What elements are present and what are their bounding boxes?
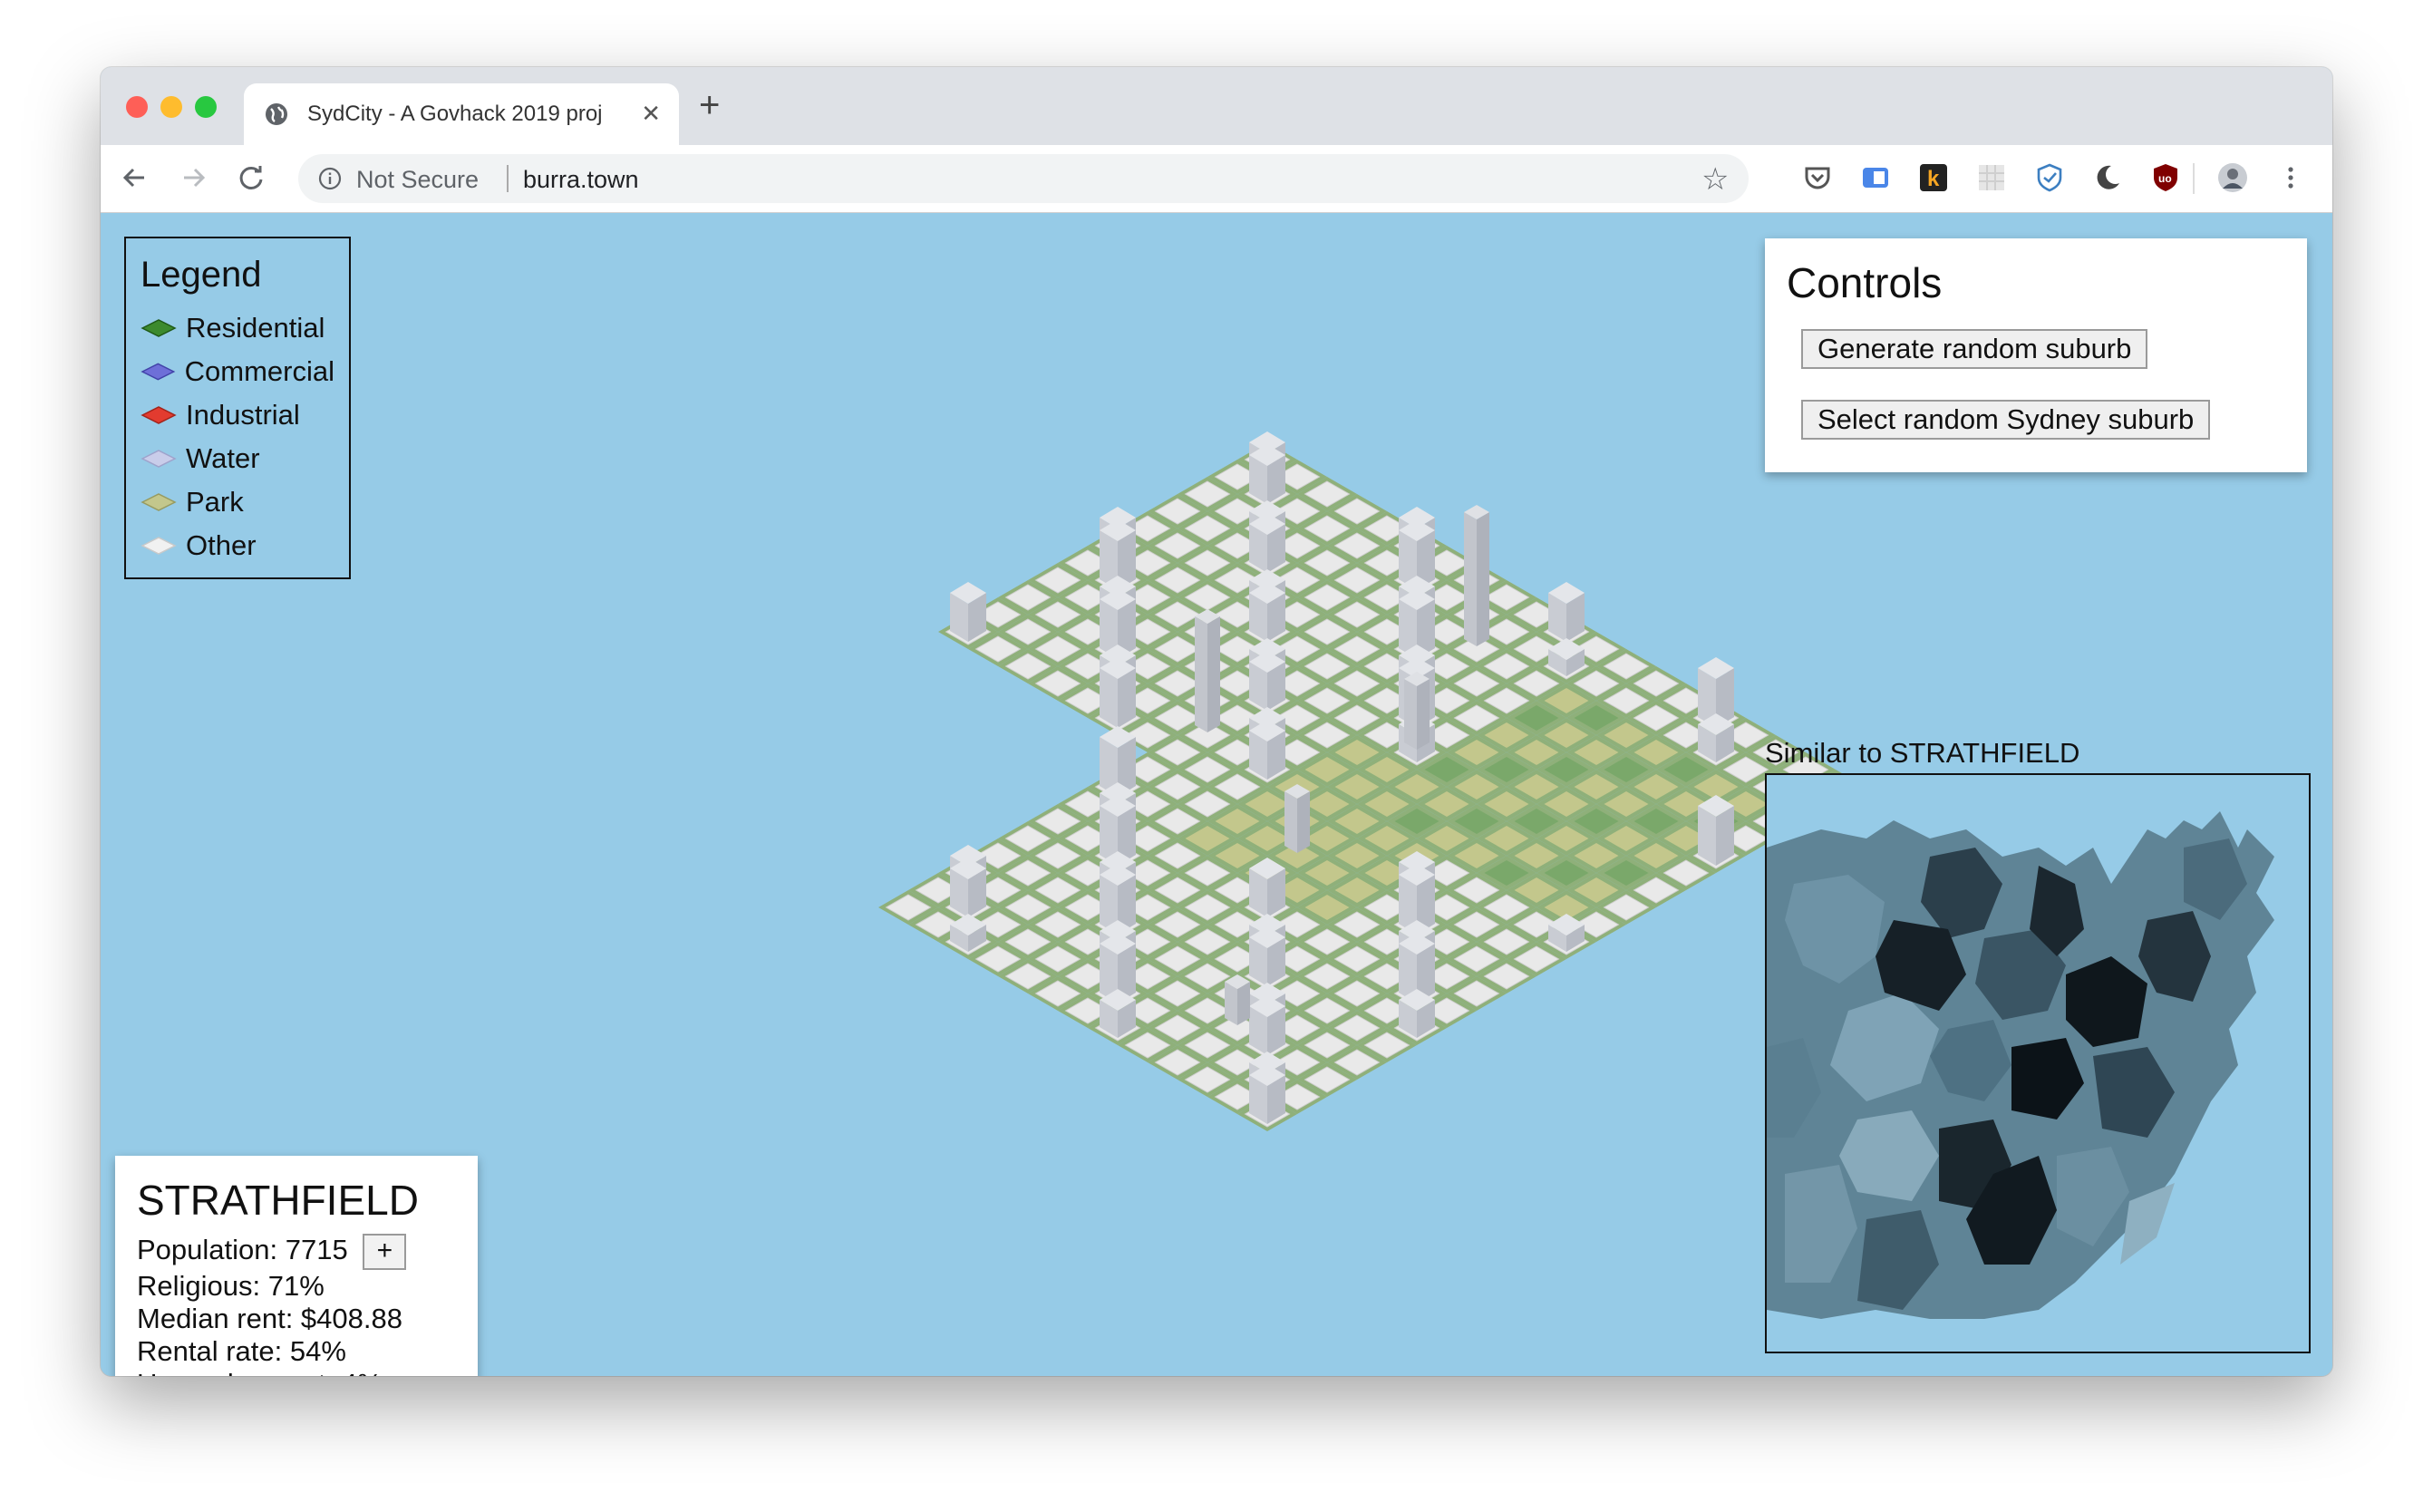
url-text[interactable]: burra.town	[523, 166, 639, 194]
new-tab-button[interactable]: +	[699, 87, 720, 123]
controls-title: Controls	[1787, 259, 1943, 306]
back-icon[interactable]	[119, 161, 151, 194]
legend-label: Other	[186, 529, 257, 561]
tower-left-face	[1464, 512, 1477, 646]
legend-item-residential: Residential	[141, 306, 334, 350]
legend-item-other: Other	[141, 524, 334, 567]
commercial-swatch-icon	[141, 363, 176, 381]
security-label: Not Secure	[356, 166, 480, 193]
dark-mode-moon-icon[interactable]	[2091, 161, 2124, 194]
unemployment-stat: Unemployment: 4%	[137, 1368, 456, 1376]
reload-icon[interactable]	[235, 161, 267, 194]
address-bar[interactable]: Not Secure burra.town ☆	[298, 154, 1749, 203]
bookmark-star-icon[interactable]: ☆	[1701, 161, 1729, 198]
legend-label: Water	[186, 442, 260, 474]
pocket-icon[interactable]	[1801, 161, 1834, 194]
park-swatch-icon	[141, 493, 177, 511]
maximize-window-button[interactable]	[195, 96, 217, 118]
city-tiles	[878, 442, 1866, 1131]
tower-right-face	[1417, 679, 1430, 750]
forward-icon[interactable]	[177, 161, 209, 194]
k-extension-icon[interactable]: k	[1917, 161, 1950, 194]
tower-right-face	[1477, 512, 1489, 646]
legend-label: Industrial	[186, 399, 300, 431]
legend-item-park: Park	[141, 480, 334, 524]
legend-item-water: Water	[141, 437, 334, 480]
legend-item-industrial: Industrial	[141, 393, 334, 437]
increase-population-button[interactable]: +	[363, 1234, 407, 1270]
tower-left-face	[1195, 616, 1207, 732]
legend-label: Commercial	[184, 355, 334, 387]
legend-label: Park	[186, 486, 244, 518]
tower-left-face	[1225, 982, 1237, 1025]
religious-stat: Religious: 71%	[137, 1270, 325, 1302]
legend-title: Legend	[141, 255, 262, 295]
water-swatch-icon	[141, 450, 177, 468]
browser-window: SydCity - A Govhack 2019 proj ✕ + Not Se…	[101, 67, 2332, 1376]
toolbar-divider	[2193, 163, 2195, 194]
tab-title: SydCity - A Govhack 2019 proj	[307, 102, 603, 126]
tower-right-face	[1237, 982, 1250, 1025]
tab-sydcity[interactable]: SydCity - A Govhack 2019 proj ✕	[244, 83, 679, 145]
tower-left-face	[1284, 791, 1297, 853]
avatar[interactable]	[2216, 161, 2249, 194]
legend-label: Residential	[186, 312, 325, 344]
close-window-button[interactable]	[126, 96, 148, 118]
globe-icon	[266, 103, 287, 125]
omnibox-divider	[507, 165, 509, 192]
tower-left-face	[1404, 679, 1417, 750]
svg-text:k: k	[1927, 167, 1940, 191]
legend-panel: Legend Residential Commercial Industrial…	[124, 237, 351, 579]
generate-random-suburb-button[interactable]: Generate random suburb	[1801, 329, 2148, 369]
browser-toolbar: Not Secure burra.town ☆ k uo	[101, 145, 2332, 213]
minimize-window-button[interactable]	[160, 96, 182, 118]
controls-panel: Controls Generate random suburb Select r…	[1765, 238, 2307, 472]
sydney-suburbs-map	[1767, 775, 2309, 1352]
svg-text:uo: uo	[2158, 172, 2172, 185]
legend-item-commercial: Commercial	[141, 350, 334, 393]
select-random-sydney-suburb-button[interactable]: Select random Sydney suburb	[1801, 400, 2211, 440]
median-rent-stat: Median rent: $408.88	[137, 1303, 402, 1334]
shield-extension-icon[interactable]	[2033, 161, 2066, 194]
population-text: Population: 7715	[137, 1234, 348, 1266]
tab-close-icon[interactable]: ✕	[641, 100, 661, 128]
info-icon[interactable]	[318, 167, 342, 190]
tab-strip: SydCity - A Govhack 2019 proj ✕ +	[101, 67, 2332, 145]
suburb-name: STRATHFIELD	[137, 1177, 419, 1224]
population-stat: Population: 7715 +	[137, 1234, 456, 1270]
translate-extension-icon[interactable]	[1859, 161, 1892, 194]
other-swatch-icon	[141, 537, 177, 555]
menu-dots-icon[interactable]	[2274, 161, 2307, 194]
suburb-stats-panel: STRATHFIELD Population: 7715 + Religious…	[115, 1156, 478, 1376]
tower-right-face	[1207, 616, 1220, 732]
tower-right-face	[1297, 791, 1310, 853]
grid-extension-icon[interactable]	[1975, 161, 2008, 194]
similarity-choropleth-map[interactable]	[1765, 773, 2311, 1353]
app-viewport: Legend Residential Commercial Industrial…	[101, 213, 2332, 1376]
similar-suburb-label: Similar to STRATHFIELD	[1765, 737, 2080, 769]
rental-rate-stat: Rental rate: 54%	[137, 1335, 346, 1367]
industrial-swatch-icon	[141, 406, 177, 424]
residential-swatch-icon	[141, 319, 177, 337]
ublock-icon[interactable]: uo	[2149, 161, 2182, 194]
